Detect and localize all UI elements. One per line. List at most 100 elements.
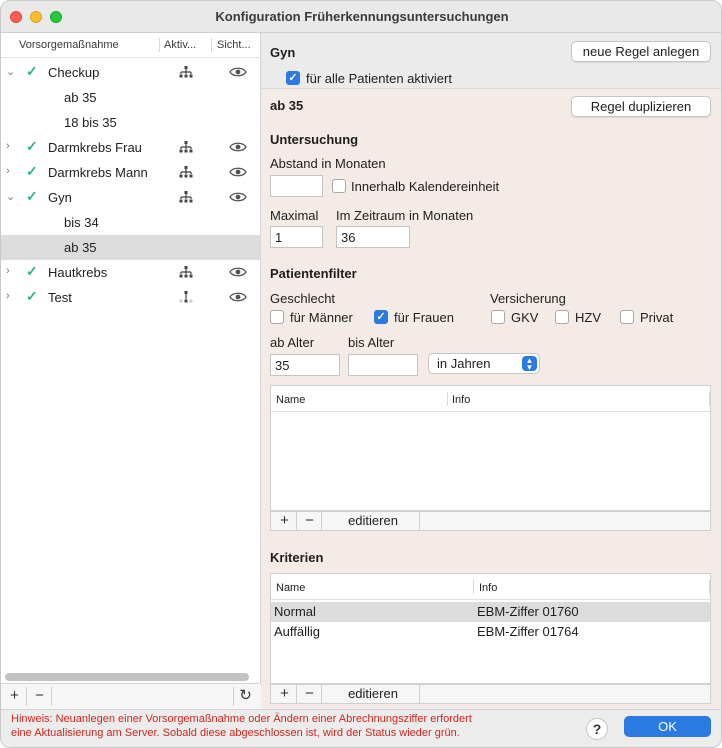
kalender-checkbox[interactable] bbox=[332, 179, 346, 193]
maximal-input[interactable]: 1 bbox=[270, 226, 323, 248]
ok-button[interactable]: OK bbox=[624, 716, 711, 737]
dialog-footer: Hinweis: Neuanlegen einer Vorsorgemaßnah… bbox=[1, 709, 721, 747]
list-footer: + − ↻ bbox=[1, 683, 261, 709]
frauen-label: für Frauen bbox=[394, 310, 454, 325]
hierarchy-partial-icon bbox=[179, 291, 193, 303]
list-header: Vorsorgemaßnahme Aktiv... Sicht... bbox=[1, 33, 261, 58]
edit-criterion-button[interactable]: editieren bbox=[327, 685, 420, 703]
horizontal-scrollbar[interactable] bbox=[5, 673, 249, 681]
list-item-label: ab 35 bbox=[64, 240, 97, 255]
maximal-label: Maximal bbox=[270, 208, 319, 223]
list-item-test[interactable]: › ✓ Test bbox=[1, 285, 261, 310]
kriterien-table-footer: + − editieren bbox=[270, 684, 711, 704]
chevron-right-icon[interactable]: › bbox=[6, 290, 16, 302]
checkmark-icon: ✓ bbox=[26, 288, 38, 304]
new-rule-button[interactable]: neue Regel anlegen bbox=[571, 41, 711, 62]
refresh-icon[interactable]: ↻ bbox=[233, 687, 257, 706]
remove-filter-button[interactable]: − bbox=[298, 512, 322, 530]
title-bar: Konfiguration Früherkennungsuntersuchung… bbox=[1, 1, 721, 33]
bis-alter-input[interactable] bbox=[348, 354, 418, 376]
hierarchy-icon bbox=[179, 166, 193, 178]
chevron-right-icon[interactable]: › bbox=[6, 265, 16, 277]
eye-icon[interactable] bbox=[229, 66, 247, 78]
list-item-label: bis 34 bbox=[64, 215, 99, 230]
group-header: Gyn neue Regel anlegen ✓ für alle Patien… bbox=[262, 33, 721, 89]
cell-info: EBM-Ziffer 01764 bbox=[477, 624, 579, 639]
eye-icon[interactable] bbox=[229, 266, 247, 278]
table-row[interactable]: Normal EBM-Ziffer 01760 bbox=[271, 602, 710, 622]
chevron-down-icon[interactable]: ⌄ bbox=[6, 65, 16, 78]
age-unit-value: in Jahren bbox=[437, 356, 491, 371]
list-item-child-selected[interactable]: ab 35 bbox=[1, 235, 261, 260]
list-item-label: ab 35 bbox=[64, 90, 97, 105]
geschlecht-label: Geschlecht bbox=[270, 291, 336, 306]
hierarchy-icon bbox=[179, 266, 193, 278]
chevron-right-icon[interactable]: › bbox=[6, 165, 16, 177]
column-header-name[interactable]: Vorsorgemaßnahme bbox=[19, 39, 119, 51]
list-item-hautkrebs[interactable]: › ✓ Hautkrebs bbox=[1, 260, 261, 285]
filter-table-footer: + − editieren bbox=[270, 511, 711, 531]
frauen-checkbox[interactable]: ✓ bbox=[374, 310, 388, 324]
eye-icon[interactable] bbox=[229, 166, 247, 178]
maenner-checkbox[interactable] bbox=[270, 310, 284, 324]
column-header-visible[interactable]: Sicht... bbox=[217, 39, 251, 51]
list-item-child[interactable]: ab 35 bbox=[1, 85, 261, 110]
remove-measure-button[interactable]: − bbox=[28, 687, 52, 706]
chevron-right-icon[interactable]: › bbox=[6, 140, 16, 152]
section-heading-patientenfilter: Patientenfilter bbox=[270, 266, 357, 281]
gkv-checkbox[interactable] bbox=[491, 310, 505, 324]
privat-checkbox[interactable] bbox=[620, 310, 634, 324]
list-item-label: Test bbox=[48, 290, 72, 305]
all-patients-checkbox[interactable]: ✓ bbox=[286, 71, 300, 85]
cell-info: EBM-Ziffer 01760 bbox=[477, 604, 579, 619]
eye-icon[interactable] bbox=[229, 191, 247, 203]
chevron-updown-icon: ▲ ▼ bbox=[522, 356, 537, 372]
hierarchy-icon bbox=[179, 141, 193, 153]
rule-title: ab 35 bbox=[270, 98, 304, 113]
list-item-label: Gyn bbox=[48, 190, 72, 205]
column-header-name[interactable]: Name bbox=[276, 394, 305, 406]
column-header-name[interactable]: Name bbox=[276, 582, 305, 594]
list-item-label: Darmkrebs Frau bbox=[48, 140, 142, 155]
kalender-label: Innerhalb Kalendereinheit bbox=[351, 179, 500, 194]
hzv-label: HZV bbox=[575, 310, 601, 325]
add-filter-button[interactable]: + bbox=[273, 512, 297, 530]
eye-icon[interactable] bbox=[229, 141, 247, 153]
add-criterion-button[interactable]: + bbox=[273, 685, 297, 703]
checkmark-icon: ✓ bbox=[26, 163, 38, 179]
column-header-active[interactable]: Aktiv... bbox=[164, 39, 196, 51]
table-row[interactable]: Auffällig EBM-Ziffer 01764 bbox=[271, 622, 710, 642]
eye-icon[interactable] bbox=[229, 291, 247, 303]
measures-list: Vorsorgemaßnahme Aktiv... Sicht... ⌄ ✓ C… bbox=[1, 33, 261, 709]
add-measure-button[interactable]: + bbox=[3, 687, 27, 706]
list-item-child[interactable]: 18 bis 35 bbox=[1, 110, 261, 135]
cell-name: Auffällig bbox=[274, 624, 321, 639]
list-item-child[interactable]: bis 34 bbox=[1, 210, 261, 235]
checkmark-icon: ✓ bbox=[26, 138, 38, 154]
hzv-checkbox[interactable] bbox=[555, 310, 569, 324]
duplicate-rule-button[interactable]: Regel duplizieren bbox=[571, 96, 711, 117]
edit-filter-button[interactable]: editieren bbox=[327, 512, 420, 530]
column-header-info[interactable]: Info bbox=[452, 394, 470, 406]
list-item-label: Hautkrebs bbox=[48, 265, 108, 280]
list-item-darmkrebs-mann[interactable]: › ✓ Darmkrebs Mann bbox=[1, 160, 261, 185]
list-item-darmkrebs-frau[interactable]: › ✓ Darmkrebs Frau bbox=[1, 135, 261, 160]
kriterien-table: Name Info Normal EBM-Ziffer 01760 Auffäl… bbox=[270, 573, 711, 684]
list-item-checkup[interactable]: ⌄ ✓ Checkup bbox=[1, 60, 261, 85]
checkmark-icon: ✓ bbox=[26, 263, 38, 279]
ab-alter-input[interactable]: 35 bbox=[270, 354, 340, 376]
checkmark-icon: ✓ bbox=[26, 63, 38, 79]
zeitraum-input[interactable]: 36 bbox=[336, 226, 410, 248]
remove-criterion-button[interactable]: − bbox=[298, 685, 322, 703]
abstand-input[interactable] bbox=[270, 175, 323, 197]
chevron-down-icon[interactable]: ⌄ bbox=[6, 190, 16, 203]
window: Konfiguration Früherkennungsuntersuchung… bbox=[0, 0, 722, 748]
help-button[interactable]: ? bbox=[586, 718, 608, 740]
list-item-label: Darmkrebs Mann bbox=[48, 165, 148, 180]
list-item-gyn[interactable]: ⌄ ✓ Gyn bbox=[1, 185, 261, 210]
age-unit-select[interactable]: in Jahren ▲ ▼ bbox=[428, 353, 540, 374]
column-header-info[interactable]: Info bbox=[479, 582, 497, 594]
section-heading-kriterien: Kriterien bbox=[270, 550, 324, 565]
window-title: Konfiguration Früherkennungsuntersuchung… bbox=[215, 9, 509, 24]
ab-alter-label: ab Alter bbox=[270, 335, 315, 350]
